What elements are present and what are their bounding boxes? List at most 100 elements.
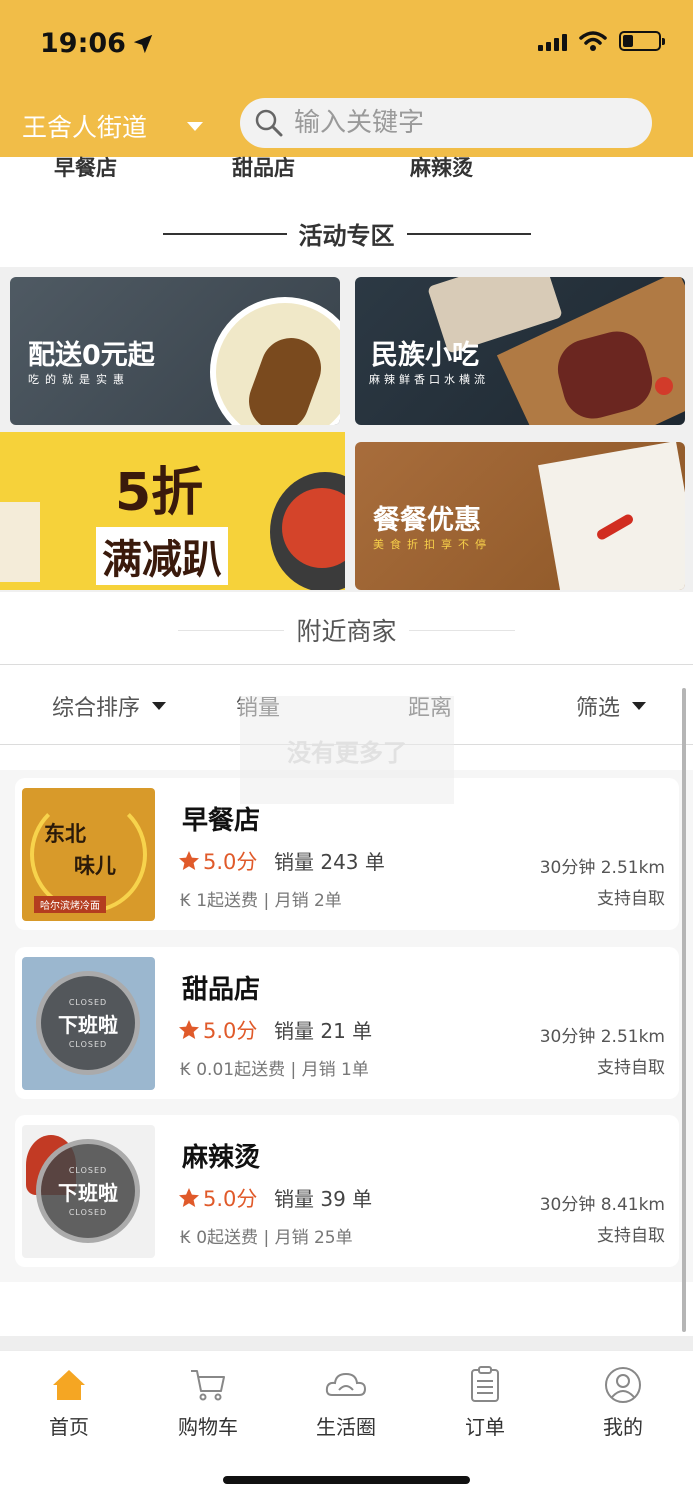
activity-section-header: 活动专区: [0, 216, 693, 251]
category-malatang[interactable]: 麻辣烫: [410, 152, 473, 182]
cellular-signal-icon: [538, 31, 567, 51]
category-dessert[interactable]: 甜品店: [232, 152, 295, 182]
tab-orders[interactable]: 订单: [435, 1365, 535, 1440]
shop-name: 麻辣烫: [182, 1143, 261, 1173]
cart-icon: [191, 1370, 225, 1401]
sort-comprehensive-label: 综合排序: [52, 696, 141, 721]
closed-badge-text: CLOSED: [68, 1039, 108, 1049]
status-icons: [538, 30, 665, 52]
location-selector[interactable]: 王舍人街道: [22, 108, 204, 144]
shop-rating: 5.0分: [177, 1015, 257, 1045]
tab-life-circle-label: 生活圈: [316, 1415, 376, 1439]
star-icon: [179, 1020, 199, 1039]
rating-value: 5.0分: [203, 1019, 258, 1043]
banner-2-title: 民族小吃: [371, 340, 479, 371]
shop-eta-distance: 30分钟 2.51km: [539, 858, 665, 878]
sort-comprehensive[interactable]: 综合排序: [52, 690, 167, 722]
shop-fee: ₭ 0起送费 | 月销 25单: [180, 1228, 353, 1248]
promo-banner-free-delivery[interactable]: 配送0元起 吃的就是实惠: [10, 277, 340, 425]
tab-profile[interactable]: 我的: [573, 1365, 673, 1440]
tab-orders-label: 订单: [465, 1415, 505, 1439]
shop-fee: ₭ 1起送费 | 月销 2单: [180, 891, 342, 911]
tab-home-label: 首页: [49, 1415, 89, 1439]
battery-icon: [619, 31, 665, 51]
shop-pickup: 支持自取: [597, 1058, 665, 1078]
banner-3-title-bottom: 满减趴: [96, 527, 228, 585]
banner-4-subtitle: 美食折扣享不停: [373, 538, 492, 551]
tab-profile-label: 我的: [603, 1415, 643, 1439]
status-bar-time: 19:06: [40, 28, 154, 59]
shop-card[interactable]: CLOSED 下班啦 CLOSED 甜品店 5.0分 销量 21 单 ₭ 0.0…: [15, 947, 679, 1099]
wifi-icon: [579, 31, 607, 51]
closed-badge-text: CLOSED: [68, 997, 108, 1007]
tab-cart-label: 购物车: [178, 1415, 238, 1439]
sort-filter[interactable]: 筛选: [576, 690, 647, 722]
search-icon: [255, 109, 283, 137]
nearby-section-title: 附近商家: [296, 617, 397, 646]
logo-text-bottom: 味儿: [74, 854, 116, 878]
closed-badge-main: 下班啦: [58, 1180, 118, 1205]
shop-eta-distance: 30分钟 8.41km: [539, 1195, 665, 1215]
triangle-down-icon: [632, 702, 647, 710]
nearby-section-header: 附近商家: [0, 612, 693, 648]
category-breakfast[interactable]: 早餐店: [54, 152, 117, 182]
location-label: 王舍人街道: [22, 113, 148, 142]
caret-down-icon: [187, 121, 204, 131]
title-divider-right: [408, 629, 515, 631]
life-circle-icon: [325, 1372, 367, 1396]
star-icon: [179, 851, 199, 870]
banner-1-subtitle: 吃的就是实惠: [28, 373, 130, 386]
promo-grid: 配送0元起 吃的就是实惠 民族小吃 麻辣鲜香口水横流 5折 满减趴 餐餐优惠 美…: [0, 267, 693, 592]
shop-rating: 5.0分: [177, 846, 257, 876]
promo-banner-meal-discount[interactable]: 餐餐优惠 美食折扣享不停: [355, 442, 685, 590]
shop-fee: ₭ 0.01起送费 | 月销 1单: [180, 1060, 369, 1080]
banner-3-title-top: 5折: [115, 463, 204, 523]
title-divider-right: [406, 232, 531, 235]
logo-caption: 哈尔滨烤冷面: [34, 896, 106, 913]
home-icon: [53, 1370, 85, 1400]
closed-badge: CLOSED 下班啦 CLOSED: [36, 971, 140, 1075]
no-more-toast: 没有更多了: [240, 696, 454, 804]
closed-badge: CLOSED 下班啦 CLOSED: [36, 1139, 140, 1243]
home-indicator[interactable]: [223, 1476, 470, 1484]
banner-4-title: 餐餐优惠: [373, 505, 481, 536]
shop-rating: 5.0分: [177, 1183, 257, 1213]
search-box[interactable]: [240, 98, 652, 148]
sort-filter-label: 筛选: [576, 696, 621, 721]
tomato-image: [655, 377, 673, 395]
clock-text: 19:06: [40, 28, 126, 59]
triangle-down-icon: [152, 702, 167, 710]
orders-icon: [471, 1366, 499, 1402]
scrollbar[interactable]: [682, 688, 686, 1332]
shop-list: 东北 味儿 哈尔滨烤冷面 早餐店 5.0分 销量 243 单 ₭ 1起送费 | …: [0, 770, 693, 1282]
tab-home[interactable]: 首页: [19, 1365, 119, 1440]
banner-2-subtitle: 麻辣鲜香口水横流: [369, 373, 489, 386]
closed-badge-text: CLOSED: [68, 1165, 108, 1175]
star-icon: [179, 1188, 199, 1207]
tab-life-circle[interactable]: 生活圈: [296, 1365, 396, 1440]
shop-pickup: 支持自取: [597, 889, 665, 909]
shop-name: 早餐店: [182, 806, 261, 836]
tab-cart[interactable]: 购物车: [158, 1365, 258, 1440]
shop-pickup: 支持自取: [597, 1226, 665, 1246]
profile-icon: [605, 1367, 641, 1403]
closed-badge-text: CLOSED: [68, 1207, 108, 1217]
shop-name: 甜品店: [182, 975, 261, 1005]
category-row: 早餐店 甜品店 麻辣烫: [0, 152, 693, 184]
shop-sales: 销量 243 单: [274, 850, 385, 874]
promo-banner-half-price[interactable]: 5折 满减趴: [0, 432, 345, 590]
rating-value: 5.0分: [203, 850, 258, 874]
title-divider-left: [178, 629, 285, 631]
shop-logo: CLOSED 下班啦 CLOSED: [22, 1125, 155, 1258]
header: 19:06 王舍人街道: [0, 0, 693, 157]
shop-sales: 销量 39 单: [274, 1187, 373, 1211]
shop-logo: 东北 味儿 哈尔滨烤冷面: [22, 788, 155, 921]
logo-text-top: 东北: [44, 822, 86, 846]
promo-banner-ethnic-snacks[interactable]: 民族小吃 麻辣鲜香口水横流: [355, 277, 685, 425]
location-arrow-icon: [133, 34, 153, 53]
search-input[interactable]: [294, 108, 624, 138]
banner-1-title: 配送0元起: [28, 340, 155, 371]
shop-logo: CLOSED 下班啦 CLOSED: [22, 957, 155, 1090]
shop-card[interactable]: CLOSED 下班啦 CLOSED 麻辣烫 5.0分 销量 39 单 ₭ 0起送…: [15, 1115, 679, 1267]
divider: [0, 664, 693, 665]
